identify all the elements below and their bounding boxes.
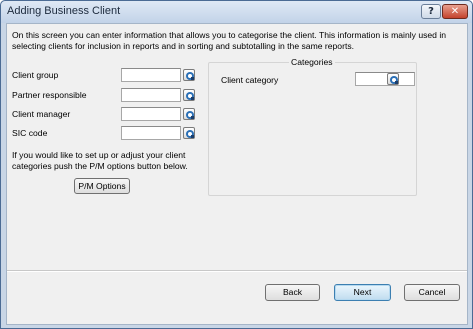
client-manager-field[interactable] bbox=[121, 107, 181, 121]
lookup-icon bbox=[186, 72, 194, 80]
intro-text: On this screen you can enter information… bbox=[12, 30, 447, 51]
categories-group-title: Categories bbox=[289, 57, 335, 67]
lookup-icon bbox=[186, 111, 194, 119]
categories-group: Categories Client category bbox=[208, 57, 417, 196]
lookup-icon bbox=[186, 92, 194, 100]
partner-responsible-lookup-button[interactable] bbox=[183, 89, 195, 101]
client-category-lookup-button[interactable] bbox=[387, 73, 399, 85]
sic-code-lookup-button[interactable] bbox=[183, 127, 195, 139]
partner-responsible-label: Partner responsible bbox=[12, 90, 87, 100]
lookup-icon bbox=[390, 76, 398, 84]
lookup-icon bbox=[186, 130, 194, 138]
window-title: Adding Business Client bbox=[7, 5, 121, 17]
back-button[interactable]: Back bbox=[265, 284, 320, 301]
client-group-lookup-button[interactable] bbox=[183, 69, 195, 81]
partner-responsible-field[interactable] bbox=[121, 88, 181, 102]
dialog-content: On this screen you can enter information… bbox=[6, 23, 468, 325]
next-button[interactable]: Next bbox=[334, 284, 391, 301]
sic-code-label: SIC code bbox=[12, 128, 48, 138]
title-bar[interactable]: Adding Business Client ? ✕ bbox=[1, 1, 472, 23]
help-text: If you would like to set up or adjust yo… bbox=[12, 150, 188, 171]
client-group-field[interactable] bbox=[121, 68, 181, 82]
cancel-button[interactable]: Cancel bbox=[404, 284, 460, 301]
close-button[interactable]: ✕ bbox=[442, 4, 468, 19]
footer-separator bbox=[7, 270, 467, 272]
client-manager-label: Client manager bbox=[12, 109, 71, 119]
dialog-window: Adding Business Client ? ✕ On this scree… bbox=[0, 0, 473, 329]
client-category-field[interactable] bbox=[355, 72, 415, 86]
client-group-label: Client group bbox=[12, 70, 59, 80]
sic-code-field[interactable] bbox=[121, 126, 181, 140]
client-manager-lookup-button[interactable] bbox=[183, 108, 195, 120]
client-category-label: Client category bbox=[221, 75, 279, 85]
help-button[interactable]: ? bbox=[421, 4, 441, 19]
pm-options-button[interactable]: P/M Options bbox=[74, 178, 130, 194]
